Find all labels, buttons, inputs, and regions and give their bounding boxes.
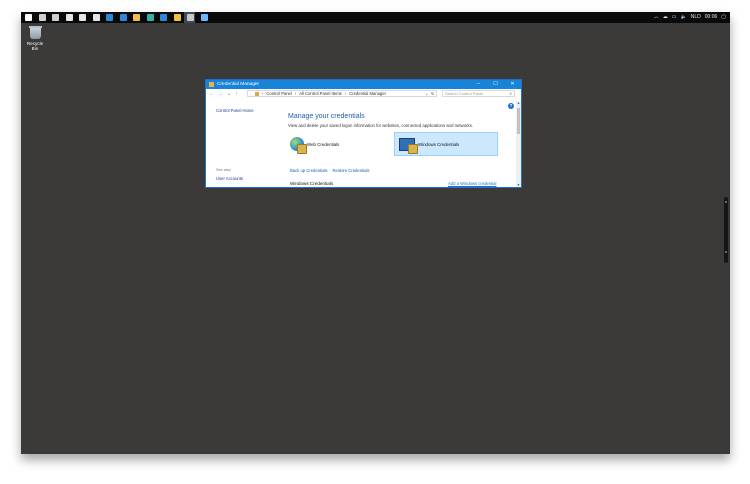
- mail-icon[interactable]: [79, 14, 86, 21]
- taskbar: ︿ ☁ ▭ 🔈 NLD 00:06 ▢: [21, 12, 730, 23]
- explorer-icon[interactable]: [133, 14, 140, 21]
- windows-credentials-label: Windows Credentials: [418, 141, 460, 147]
- recent-chevron-icon[interactable]: ⌄: [227, 91, 231, 97]
- control-panel-icon[interactable]: [200, 14, 208, 21]
- search-input[interactable]: Search Control Panel ⌕: [442, 90, 515, 97]
- monitor-vault-icon: [399, 137, 418, 154]
- settings-icon[interactable]: [92, 14, 100, 21]
- forward-arrow-icon[interactable]: →: [218, 91, 223, 97]
- globe-vault-icon: [290, 137, 307, 154]
- vertical-scrollbar[interactable]: ▲ ▼: [516, 101, 521, 187]
- system-tray: ︿ ☁ ▭ 🔈 NLD 00:06 ▢: [654, 12, 726, 23]
- window-title: Credential Manager: [217, 82, 260, 87]
- scrollbar-thumb[interactable]: [517, 108, 520, 134]
- recycle-bin-label: Recycle Bin: [26, 41, 44, 51]
- up-arrow-icon[interactable]: ↑: [235, 91, 238, 97]
- search-icon[interactable]: [38, 14, 46, 21]
- web-credentials-label: Web Credentials: [307, 141, 340, 147]
- chevron-up-icon[interactable]: ︿: [654, 12, 659, 23]
- app-icon[interactable]: [160, 14, 167, 21]
- window-titlebar[interactable]: Credential Manager – ☐ ✕: [206, 80, 521, 89]
- edge-icon[interactable]: [119, 14, 127, 21]
- notifications-icon[interactable]: ▢: [721, 12, 726, 23]
- breadcrumb-separator-icon: ›: [262, 91, 264, 96]
- minimize-button[interactable]: –: [470, 80, 487, 89]
- scroll-up-icon[interactable]: ▲: [516, 101, 521, 105]
- page-title: Manage your credentials: [288, 113, 365, 120]
- breadcrumb-separator-icon: ›: [294, 91, 297, 96]
- search-placeholder: Search Control Panel: [445, 91, 484, 96]
- scroll-down-icon[interactable]: ▼: [516, 183, 521, 187]
- control-panel-home-link[interactable]: Control Panel Home: [216, 108, 254, 113]
- back-arrow-icon[interactable]: ←: [209, 91, 214, 97]
- restore-credentials-link[interactable]: Restore Credentials: [332, 168, 369, 173]
- refresh-icon[interactable]: ↻: [431, 91, 435, 96]
- credential-manager-window: Credential Manager – ☐ ✕ ← → ⌄ ↑ › Contr…: [205, 79, 522, 188]
- store-icon[interactable]: [65, 14, 73, 21]
- desktop-screen: ︿ ☁ ▭ 🔈 NLD 00:06 ▢ Recycle Bin Credenti…: [21, 12, 730, 454]
- search-icon: ⌕: [509, 91, 512, 96]
- start-icon[interactable]: [25, 14, 32, 21]
- see-also-label: See also: [216, 168, 231, 172]
- web-credentials-tab[interactable]: Web Credentials: [290, 132, 390, 156]
- address-bar-row: ← → ⌄ ↑ › Control Panel › All Control Pa…: [206, 89, 521, 99]
- breadcrumb-all-items[interactable]: All Control Panel Items: [299, 91, 342, 96]
- recycle-bin-shortcut[interactable]: Recycle Bin: [24, 26, 46, 51]
- side-panel-handle[interactable]: [724, 197, 728, 263]
- recycle-bin-icon: [28, 26, 42, 39]
- cloud-icon[interactable]: ☁: [663, 12, 668, 23]
- task-view-icon[interactable]: [52, 14, 59, 21]
- clock[interactable]: 00:06: [705, 12, 718, 23]
- breadcrumb-credential-manager[interactable]: Credential Manager: [349, 91, 386, 96]
- backup-credentials-link[interactable]: Back up Credentials: [290, 168, 327, 173]
- app-icon[interactable]: [146, 14, 154, 21]
- app-icon[interactable]: [106, 14, 113, 21]
- address-dropdown-icon[interactable]: ⌄: [425, 91, 429, 96]
- maximize-button[interactable]: ☐: [487, 80, 504, 89]
- add-windows-credential-link[interactable]: Add a Windows credential: [448, 181, 496, 186]
- help-icon[interactable]: ?: [508, 103, 514, 109]
- volume-icon[interactable]: 🔈: [681, 12, 687, 23]
- control-panel-icon: [209, 82, 214, 87]
- user-accounts-link[interactable]: User Accounts: [216, 176, 243, 181]
- windows-credentials-section-label: Windows Credentials: [290, 181, 334, 186]
- windows-credentials-tab[interactable]: Windows Credentials: [394, 132, 498, 156]
- page-subtitle: View and delete your saved logon informa…: [288, 123, 474, 128]
- network-icon[interactable]: ▭: [672, 12, 677, 23]
- breadcrumb-control-panel[interactable]: Control Panel: [266, 91, 291, 96]
- close-button[interactable]: ✕: [504, 80, 521, 89]
- language-indicator[interactable]: NLD: [691, 12, 701, 23]
- app-icon[interactable]: [187, 14, 194, 21]
- app-icon[interactable]: [173, 14, 181, 21]
- breadcrumb-separator-icon: ›: [344, 91, 347, 96]
- control-panel-folder-icon: [255, 91, 259, 96]
